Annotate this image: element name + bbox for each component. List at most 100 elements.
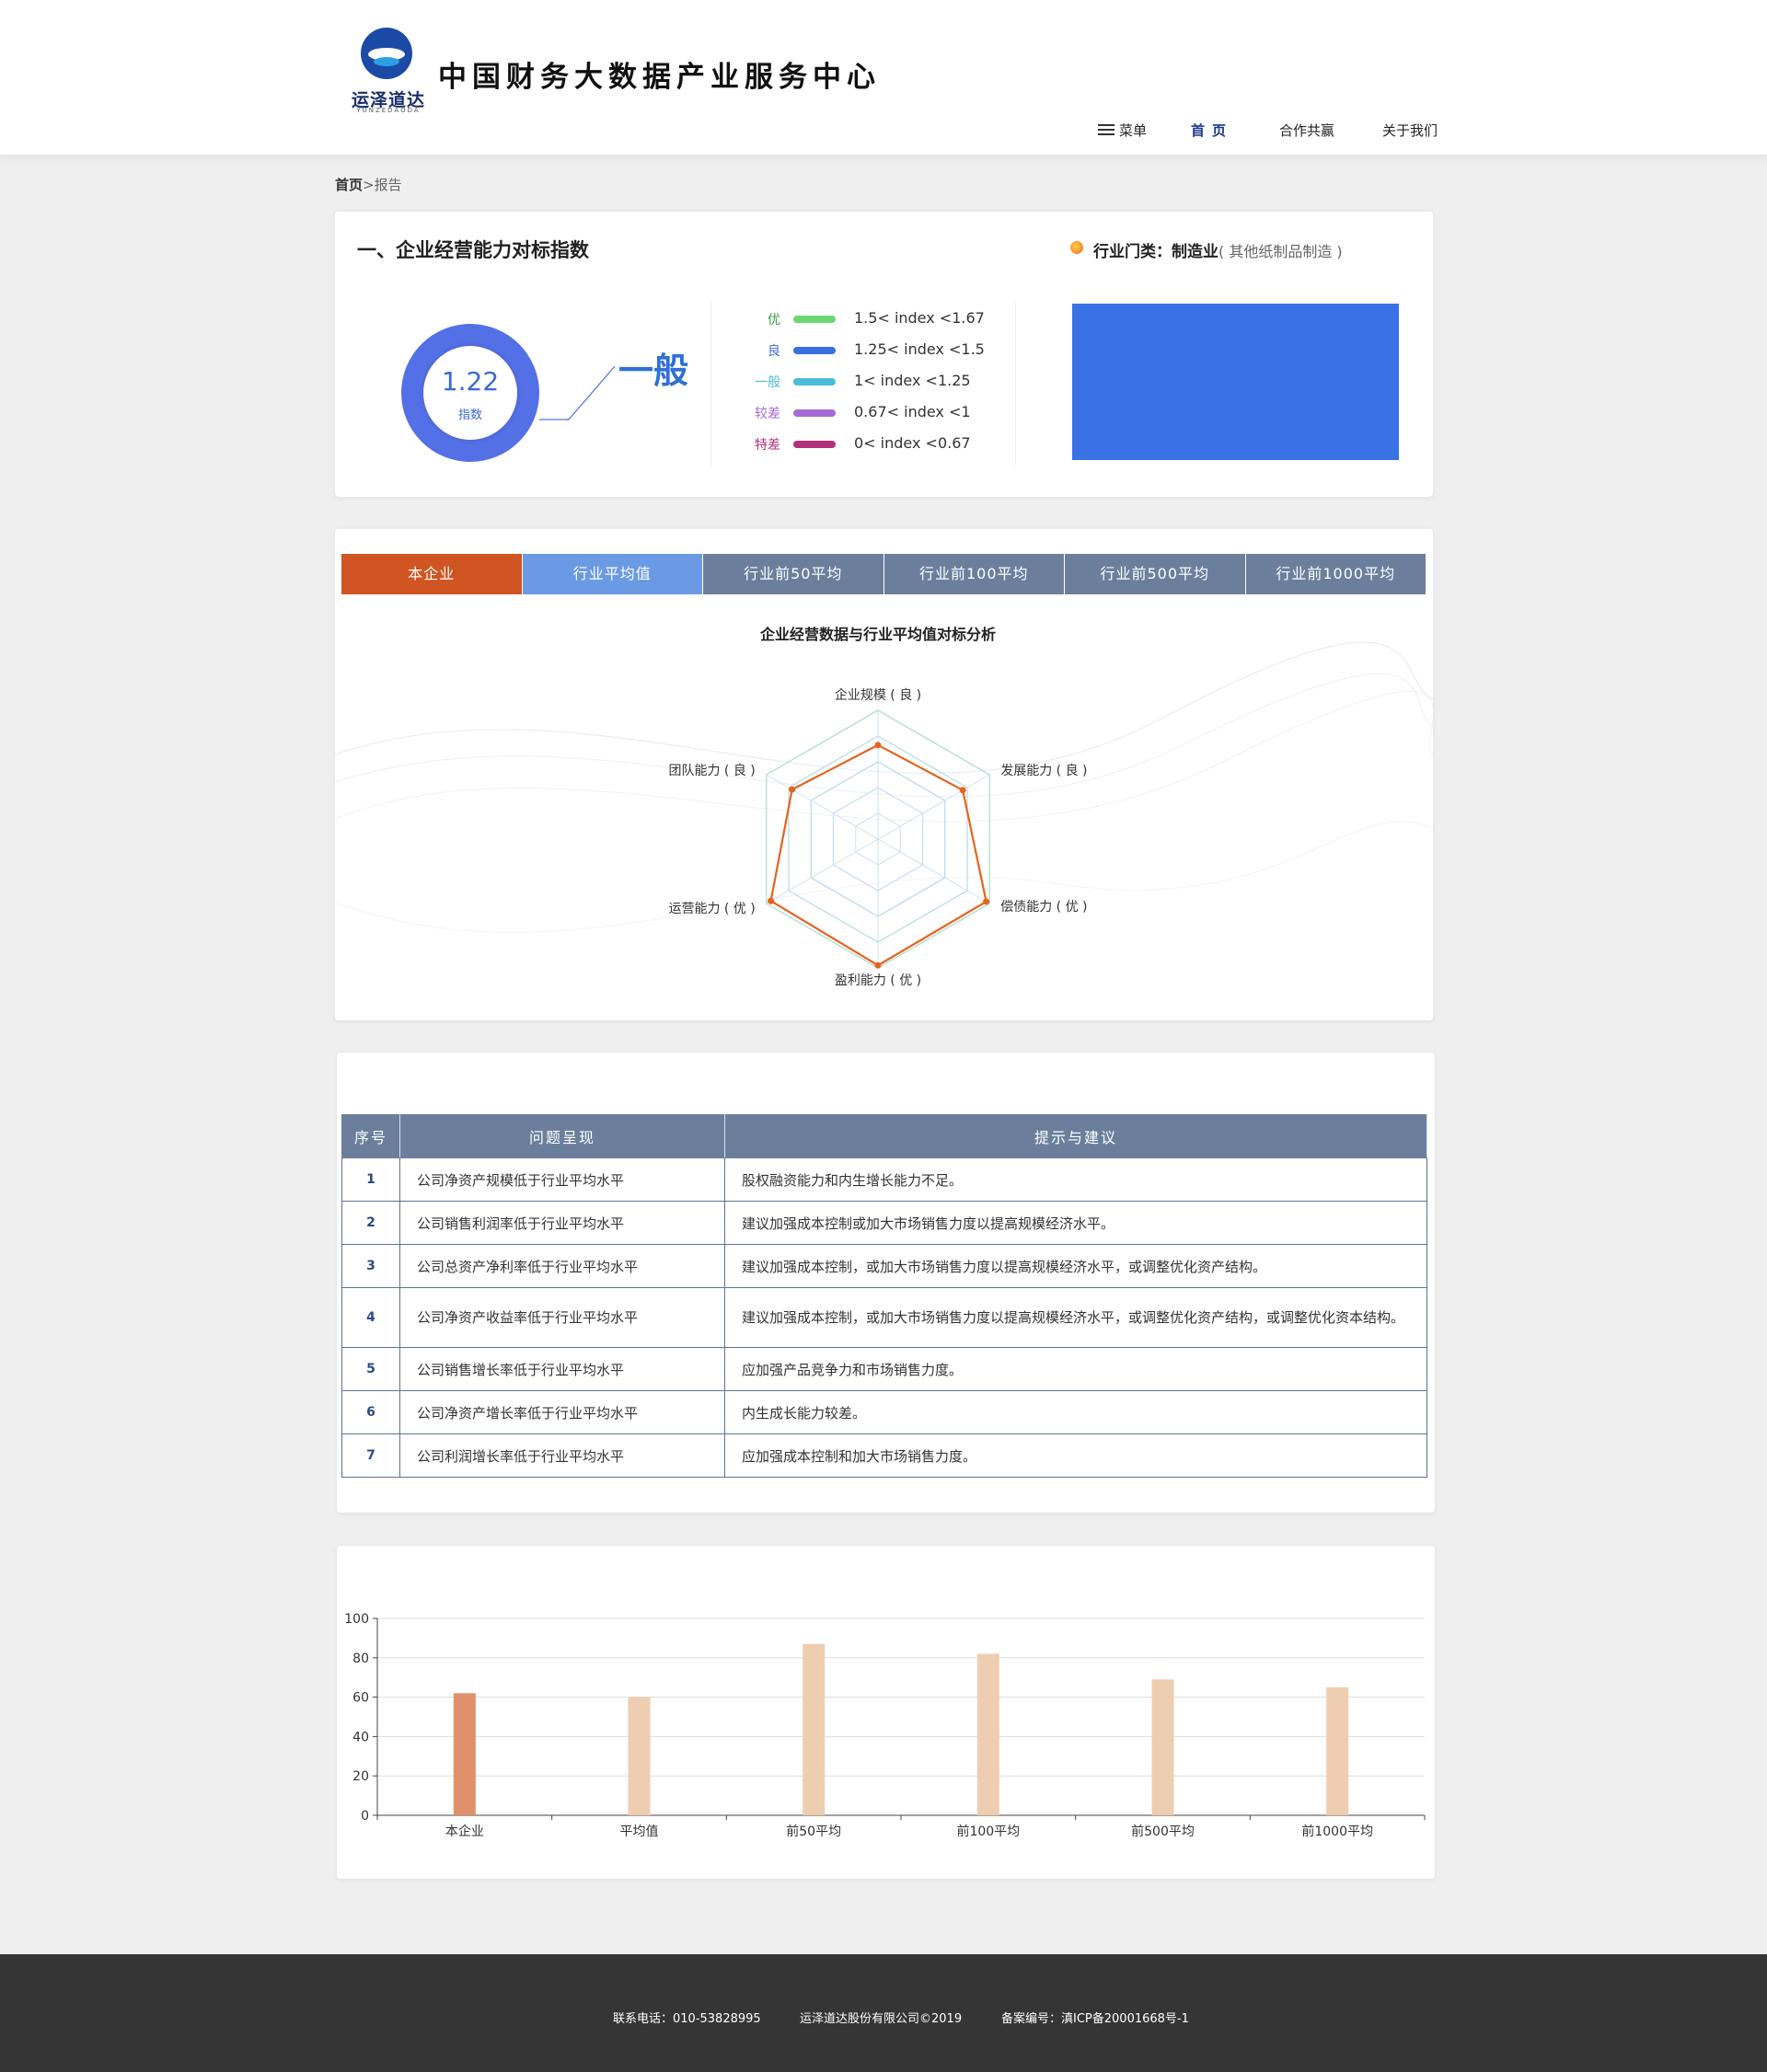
row-number: 3	[341, 1244, 400, 1288]
legend-range: 0.67< index <1	[854, 403, 971, 420]
tab-3[interactable]: 行业前100平均	[884, 554, 1064, 594]
y-tick-label: 100	[344, 1612, 369, 1627]
row-number: 5	[341, 1347, 400, 1391]
row-advice: 应加强成本控制和加大市场销售力度。	[724, 1433, 1427, 1478]
menu-icon[interactable]	[1098, 124, 1114, 135]
section-title: 一、企业经营能力对标指数	[357, 239, 589, 261]
breadcrumb-current: 报告	[374, 177, 402, 193]
legend-name: 一般	[755, 375, 780, 390]
grade-text: 一般	[618, 351, 689, 391]
legend-color-bar	[793, 378, 836, 386]
legend-range: 1.25< index <1.5	[854, 340, 985, 358]
table-header-no: 序号	[341, 1114, 400, 1158]
site-title: 中国财务大数据产业服务中心	[438, 61, 881, 94]
radar-axis-label: 发展能力 ( 良 )	[1000, 764, 1087, 778]
legend-color-bar	[793, 441, 836, 448]
nav-home[interactable]: 首页	[1191, 121, 1233, 140]
row-number: 7	[341, 1433, 400, 1478]
industry-name: 行业门类：制造业	[1093, 243, 1218, 261]
legend-color-bar	[793, 409, 836, 417]
radar-point	[874, 961, 882, 969]
tab-0[interactable]: 本企业	[341, 554, 522, 594]
radar-axis-line	[766, 774, 879, 840]
y-tick-label: 20	[352, 1769, 369, 1784]
radar-point	[874, 742, 882, 749]
industry-label: 行业门类：制造业( 其他纸制品制造 )	[1093, 238, 1343, 261]
table-header-advice: 提示与建议	[724, 1114, 1427, 1158]
advice-table: 序号 问题呈现 提示与建议 1 公司净资产规模低于行业平均水平 股权融资能力和内生增…	[341, 1114, 1427, 1478]
logo-icon[interactable]	[361, 28, 412, 79]
row-issue: 公司净资产增长率低于行业平均水平	[399, 1390, 725, 1434]
x-tick-label: 前100平均	[956, 1824, 1020, 1839]
row-issue: 公司净资产规模低于行业平均水平	[399, 1157, 725, 1202]
radar-axis-label: 盈利能力 ( 优 )	[835, 973, 921, 988]
breadcrumb-home[interactable]: 首页	[335, 177, 363, 193]
radar-axis-line	[877, 774, 990, 840]
table-row: 6 公司净资产增长率低于行业平均水平 内生成长能力较差。	[341, 1390, 1427, 1434]
footer-copyright: 运泽道达股份有限公司©2019	[800, 2012, 963, 2026]
table-row: 1 公司净资产规模低于行业平均水平 股权融资能力和内生增长能力不足。	[341, 1157, 1427, 1202]
row-number: 2	[341, 1201, 400, 1245]
footer-phone: 联系电话：010-53828995	[613, 2012, 761, 2026]
nav-menu[interactable]: 菜单	[1119, 121, 1147, 140]
legend-name: 良	[768, 344, 780, 359]
radar-point	[768, 897, 775, 904]
bar	[976, 1653, 999, 1815]
grade-connector-line	[539, 365, 616, 420]
row-advice: 内生成长能力较差。	[724, 1390, 1427, 1434]
industry-subcategory: ( 其他纸制品制造 )	[1218, 243, 1343, 260]
radar-series-line	[769, 743, 987, 967]
legend-name: 特差	[755, 438, 780, 453]
table-row: 2 公司销售利润率低于行业平均水平 建议加强成本控制或加大市场销售力度以提高规模经济…	[341, 1201, 1427, 1245]
table-row: 5 公司销售增长率低于行业平均水平 应加强产品竞争力和市场销售力度。	[341, 1347, 1427, 1391]
industry-image	[1072, 304, 1399, 460]
row-issue: 公司销售增长率低于行业平均水平	[399, 1347, 725, 1391]
table-row: 4 公司净资产收益率低于行业平均水平 建议加强成本控制，或加大市场销售力度以提高规模…	[341, 1287, 1427, 1348]
row-issue: 公司利润增长率低于行业平均水平	[399, 1433, 725, 1478]
footer-icp[interactable]: 备案编号：滇ICP备20001668号-1	[1001, 2009, 1189, 2026]
table-row: 3 公司总资产净利率低于行业平均水平 建议加强成本控制，或加大市场销售力度以提高规模…	[341, 1244, 1427, 1288]
legend-range: 1.5< index <1.67	[854, 309, 985, 327]
bar	[1151, 1679, 1174, 1815]
radar-axis-line	[766, 838, 879, 904]
bar-chart: 0 20 40 60 80 100 本企业 平均值 前50平均 前100平均 前500平均 前1000…	[344, 1612, 1426, 1839]
index-value: 1.22	[441, 366, 500, 397]
x-tick-label: 前500平均	[1131, 1824, 1195, 1839]
header	[0, 0, 1767, 155]
divider	[1015, 302, 1016, 466]
row-advice: 应加强产品竞争力和市场销售力度。	[724, 1347, 1427, 1391]
radar-axis-label: 偿债能力 ( 优 )	[1000, 900, 1087, 915]
logo-subtext: YUNZEDAODA	[356, 107, 421, 114]
breadcrumb: 首页>报告	[335, 175, 402, 194]
row-issue: 公司销售利润率低于行业平均水平	[399, 1201, 725, 1245]
radar-axis-label: 团队能力 ( 良 )	[668, 764, 755, 778]
radar-axis-label: 运营能力 ( 优 )	[668, 902, 755, 916]
nav-about[interactable]: 关于我们	[1382, 121, 1438, 140]
radar-point	[983, 898, 990, 905]
bar	[1326, 1686, 1349, 1815]
row-number: 1	[341, 1157, 400, 1202]
radar-point	[789, 786, 796, 793]
row-issue: 公司净资产收益率低于行业平均水平	[399, 1287, 725, 1348]
nav-cooperation[interactable]: 合作共赢	[1279, 121, 1334, 140]
row-number: 4	[341, 1287, 400, 1348]
index-label: 指数	[457, 409, 482, 422]
y-tick-label: 40	[352, 1730, 369, 1744]
tab-1[interactable]: 行业平均值	[522, 554, 702, 594]
tab-4[interactable]: 行业前500平均	[1065, 554, 1245, 594]
row-issue: 公司总资产净利率低于行业平均水平	[399, 1244, 725, 1288]
row-advice: 建议加强成本控制，或加大市场销售力度以提高规模经济水平，或调整优化资产结构，或调…	[724, 1287, 1427, 1348]
tab-5[interactable]: 行业前1000平均	[1245, 554, 1426, 594]
tab-2[interactable]: 行业前50平均	[703, 554, 884, 594]
bar	[628, 1697, 651, 1815]
industry-dot-icon	[1070, 241, 1083, 254]
radar-title: 企业经营数据与行业平均值对标分析	[759, 626, 996, 643]
table-row: 7 公司利润增长率低于行业平均水平 应加强成本控制和加大市场销售力度。	[341, 1433, 1427, 1478]
x-tick-label: 本企业	[445, 1824, 484, 1839]
bar	[803, 1643, 826, 1815]
x-tick-label: 前50平均	[786, 1824, 841, 1839]
legend-name: 较差	[755, 407, 780, 421]
legend-name: 优	[768, 313, 780, 328]
legend-color-bar	[793, 316, 836, 323]
row-number: 6	[341, 1390, 400, 1434]
